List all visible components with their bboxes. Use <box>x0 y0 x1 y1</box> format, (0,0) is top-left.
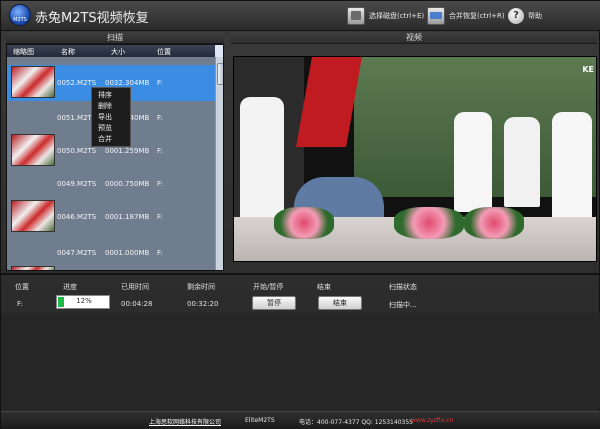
video-preview[interactable]: KE <box>233 56 597 262</box>
remaining-time: 00:32:20 <box>187 300 219 308</box>
row-size: 0032.304MB <box>105 79 150 87</box>
scan-status: 扫描中... <box>389 301 417 309</box>
row-location: F: <box>157 213 163 221</box>
task-col-start-pause: 开始/暂停 <box>253 283 284 291</box>
video-person <box>504 117 540 207</box>
row-location: F: <box>157 249 163 257</box>
scan-list-scrollbar[interactable] <box>215 57 223 270</box>
row-size: 0000.750MB <box>105 180 150 188</box>
task-col-end: 结束 <box>317 283 331 291</box>
merge-recover-label: 合并恢复(ctrl+R) <box>449 12 505 20</box>
status-footer: 上海思软网络科技有限公司 EliteM2TS 电话：400-077-4377 Q… <box>1 411 600 429</box>
contact-info: 电话：400-077-4377 QQ: 1253140355 <box>299 419 413 426</box>
video-overlay-text: KE <box>582 65 594 74</box>
row-name: 0049.M2TS <box>57 180 97 188</box>
video-scene-banner <box>296 57 362 147</box>
scan-list-header: 缩略图 名称 大小 位置 <box>7 45 215 57</box>
app-logo-icon: M2TS <box>9 4 31 26</box>
select-disk-label: 选择磁盘(ctrl+E) <box>369 12 425 20</box>
disk-icon <box>347 7 365 25</box>
video-person <box>240 97 284 227</box>
row-name: 0050.M2TS <box>57 147 97 155</box>
row-location: F: <box>157 79 163 87</box>
app-window: M2TS 赤兔M2TS视频恢复 选择磁盘(ctrl+E) 合并恢复(ctrl+R… <box>0 0 600 429</box>
video-thumbnail <box>11 134 55 166</box>
col-size[interactable]: 大小 <box>111 47 125 57</box>
video-flowers <box>274 207 334 239</box>
help-label: 帮助 <box>528 12 542 20</box>
table-row[interactable]: 0046.M2TS 0001.187MB F: <box>7 199 215 235</box>
help-icon: ? <box>508 8 524 24</box>
task-location: F: <box>17 300 23 308</box>
brand-label: EliteM2TS <box>245 417 275 424</box>
menu-item-export[interactable]: 导出 <box>92 112 130 123</box>
app-title: 赤兔M2TS视频恢复 <box>35 11 149 26</box>
col-thumb[interactable]: 缩略图 <box>13 47 34 57</box>
video-thumbnail <box>11 66 55 98</box>
scan-list: 缩略图 名称 大小 位置 0052.M2TS 0032.304MB F: 005… <box>6 44 224 271</box>
col-name[interactable]: 名称 <box>61 47 75 57</box>
panel-divider <box>1 273 600 275</box>
task-col-status: 扫描状态 <box>389 283 417 291</box>
context-menu: 排序 删除 导出 预览 合并 <box>91 87 131 147</box>
task-col-progress: 进度 <box>63 283 77 291</box>
scrollbar-thumb[interactable] <box>217 63 223 85</box>
website-link[interactable]: www.zyzfix.cn <box>411 417 453 424</box>
task-col-elapsed: 已用时间 <box>121 283 149 291</box>
col-location[interactable]: 位置 <box>157 47 171 57</box>
menu-item-delete[interactable]: 删除 <box>92 101 130 112</box>
menu-item-sort[interactable]: 排序 <box>92 90 130 101</box>
row-location: F: <box>157 114 163 122</box>
merge-icon <box>427 7 445 25</box>
row-location: F: <box>157 147 163 155</box>
elapsed-time: 00:04:28 <box>121 300 153 308</box>
row-size: 0001.259MB <box>105 147 150 155</box>
row-location: F: <box>157 180 163 188</box>
menu-item-preview[interactable]: 预览 <box>92 123 130 134</box>
row-size: 0001.000MB <box>105 249 150 257</box>
row-name: 0052.M2TS <box>57 79 97 87</box>
scan-progress-bar: 12% <box>56 295 110 309</box>
progress-label: 12% <box>76 297 92 305</box>
video-flowers <box>394 207 464 239</box>
video-thumbnail <box>11 200 55 232</box>
row-name: 0047.M2TS <box>57 249 97 257</box>
end-button[interactable]: 结束 <box>318 296 362 310</box>
row-name: 0046.M2TS <box>57 213 97 221</box>
scan-panel-header: 扫描 <box>6 32 224 44</box>
video-panel-header: 视频 <box>231 32 597 44</box>
task-panel-empty-area <box>1 313 600 409</box>
help-button[interactable]: ? 帮助 <box>508 6 542 26</box>
merge-recover-button[interactable]: 合并恢复(ctrl+R) <box>427 6 505 26</box>
title-bar: M2TS 赤兔M2TS视频恢复 选择磁盘(ctrl+E) 合并恢复(ctrl+R… <box>1 1 600 31</box>
menu-item-merge[interactable]: 合并 <box>92 134 130 145</box>
table-row[interactable]: 0049.M2TS 0000.750MB F: <box>7 166 215 202</box>
task-col-remaining: 剩余时间 <box>187 283 215 291</box>
video-flowers <box>464 207 524 239</box>
pause-button[interactable]: 暂停 <box>252 296 296 310</box>
company-link[interactable]: 上海思软网络科技有限公司 <box>149 417 221 426</box>
table-row[interactable] <box>7 265 215 270</box>
task-col-location: 位置 <box>15 283 29 291</box>
select-disk-button[interactable]: 选择磁盘(ctrl+E) <box>347 6 424 26</box>
row-size: 0001.187MB <box>105 213 150 221</box>
video-thumbnail <box>11 266 55 270</box>
video-person <box>454 112 492 212</box>
